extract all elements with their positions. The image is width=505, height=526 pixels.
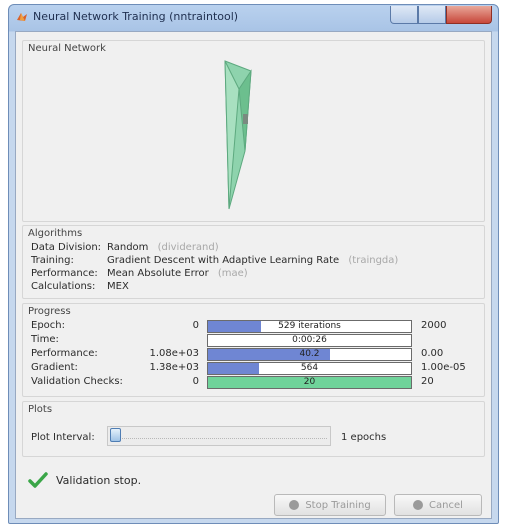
training-hint: (traingda) [348, 255, 399, 266]
validation-checks-label: Validation Checks: [31, 376, 123, 387]
slider-thumb[interactable] [110, 428, 121, 442]
plot-interval-value: 1 epochs [341, 432, 387, 443]
time-bar: 0:00:26 [207, 334, 412, 347]
cancel-icon [413, 500, 424, 510]
validation-checks-start: 0 [192, 376, 199, 387]
algorithms-title: Algorithms [28, 228, 83, 239]
title-bar[interactable]: Neural Network Training (nntraintool) [9, 5, 498, 29]
stop-training-button[interactable]: Stop Training [274, 494, 386, 516]
validation-checks-bar-text: 20 [303, 377, 316, 387]
plots-title: Plots [28, 404, 53, 415]
time-bar-text: 0:00:26 [292, 335, 327, 345]
gradient-start: 1.38e+03 [149, 362, 199, 373]
cancel-button[interactable]: Cancel [394, 494, 482, 516]
algorithms-panel: Algorithms Data Division: Random (divide… [22, 225, 485, 299]
epoch-label: Epoch: [31, 320, 65, 331]
performance-algorithm-label: Performance: [31, 268, 98, 279]
stop-icon [289, 500, 300, 510]
network-panel-title: Neural Network [28, 43, 106, 54]
epoch-start: 0 [192, 320, 199, 331]
validation-checks-bar: 20 [207, 376, 412, 389]
performance-label: Performance: [31, 348, 98, 359]
performance-bar-text: 40.2 [299, 349, 320, 359]
maximize-button[interactable] [418, 6, 446, 24]
training-label: Training: [31, 255, 74, 266]
time-label: Time: [31, 334, 59, 345]
calculations-label: Calculations: [31, 281, 96, 292]
performance-end: 0.00 [421, 348, 444, 359]
gradient-label: Gradient: [31, 362, 78, 373]
performance-algorithm-hint: (mae) [217, 268, 248, 279]
plot-interval-label: Plot Interval: [31, 432, 95, 443]
training-value: Gradient Descent with Adaptive Learning … [107, 255, 399, 266]
epoch-end: 2000 [421, 320, 447, 331]
matlab-icon [17, 13, 27, 21]
status-text: Validation stop. [56, 474, 142, 487]
plot-interval-slider[interactable] [107, 426, 331, 446]
progress-panel: Progress Epoch: 0 529 iterations 2000 Ti… [22, 303, 485, 397]
data-division-value: Random (dividerand) [107, 242, 219, 253]
window-controls [390, 6, 492, 24]
stop-training-label: Stop Training [305, 499, 371, 511]
plots-panel: Plots Plot Interval: 1 epochs [22, 401, 485, 457]
performance-bar: 40.2 [207, 348, 412, 361]
close-button[interactable] [446, 6, 492, 24]
minimize-button[interactable] [390, 6, 418, 24]
network-diagram [224, 60, 252, 210]
gradient-bar: 564 [207, 362, 412, 375]
window-title: Neural Network Training (nntraintool) [33, 10, 239, 23]
validation-checks-end: 20 [421, 376, 434, 387]
calculations-value: MEX [107, 281, 129, 292]
gradient-end: 1.00e-05 [421, 362, 466, 373]
progress-title: Progress [28, 306, 71, 317]
training-window: Neural Network Training (nntraintool) Ne… [8, 4, 499, 524]
cancel-label: Cancel [429, 499, 463, 511]
epoch-bar-text: 529 iterations [278, 321, 341, 331]
checkmark-icon [28, 472, 48, 488]
data-division-label: Data Division: [31, 242, 102, 253]
gradient-bar-text: 564 [300, 363, 319, 373]
window-client: Neural Network Algorithms Data Division:… [15, 31, 492, 519]
network-panel: Neural Network [22, 40, 485, 222]
performance-start: 1.08e+03 [149, 348, 199, 359]
epoch-bar: 529 iterations [207, 320, 412, 333]
data-division-hint: (dividerand) [157, 242, 219, 253]
performance-algorithm-value: Mean Absolute Error (mae) [107, 268, 248, 279]
slider-track [111, 438, 327, 439]
